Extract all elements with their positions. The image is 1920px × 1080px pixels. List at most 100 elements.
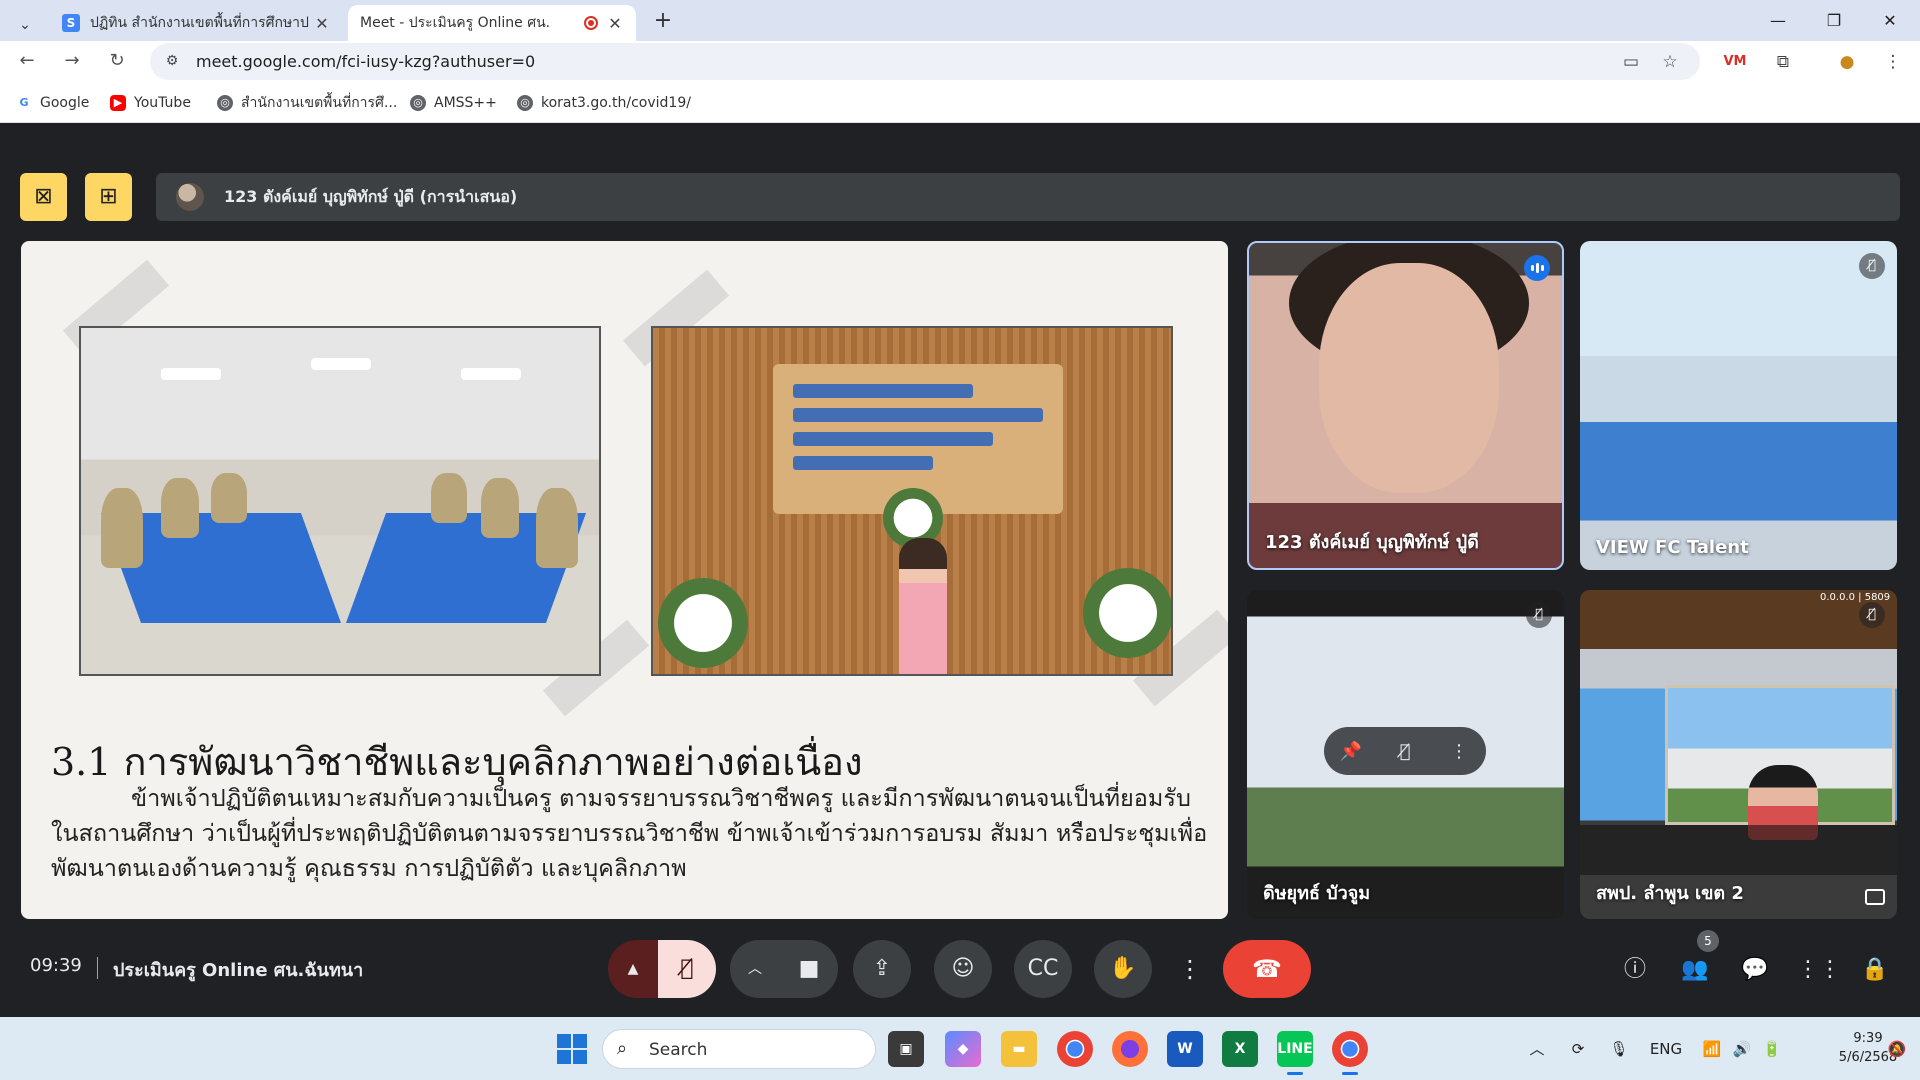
mute-participant-icon[interactable]: 🎙̸	[1385, 741, 1425, 762]
audio-options-button[interactable]: ▲	[608, 940, 658, 998]
presentation-icon[interactable]: ⊠	[20, 173, 67, 221]
volume-icon[interactable]: 🔊	[1730, 1037, 1754, 1061]
task-view-icon[interactable]: ▣	[888, 1031, 924, 1067]
mic-off-icon: 🎙̸	[1859, 253, 1885, 279]
people-count-badge: 5	[1697, 930, 1719, 952]
tab-calendar[interactable]: S ปฏิทิน สำนักงานเขตพื้นที่การศึกษาป ✕	[50, 5, 343, 41]
bookmark-google[interactable]: G Google	[16, 82, 89, 123]
tab-title: Meet - ประเมินครู Online ศน.	[360, 15, 551, 31]
profile-avatar[interactable]: ●	[1832, 47, 1862, 77]
workshop-stage-photo	[651, 326, 1173, 676]
copilot-icon[interactable]: ◆	[945, 1031, 981, 1067]
google-icon: G	[16, 94, 32, 111]
extension-vm-icon[interactable]: VM	[1720, 47, 1750, 77]
windows-start-icon[interactable]	[557, 1034, 587, 1064]
participant-tile[interactable]: 🎙̸ VIEW FC Talent	[1580, 241, 1897, 570]
participant-name: สพป. ลำพูน เขต 2	[1596, 883, 1744, 904]
presenter-label: 123 ตังค์เมย์ บุญพิทักษ์ ปู่ดี (การนำเสน…	[224, 187, 518, 206]
address-bar[interactable]: ⚙ meet.google.com/fci-iusy-kzg?authuser=…	[150, 43, 1700, 80]
youtube-icon: ▶	[110, 94, 126, 111]
microphone-icon[interactable]: 🎙	[1606, 1037, 1632, 1061]
bookmark-korat3[interactable]: ◎ korat3.go.th/covid19/	[517, 82, 691, 123]
reload-button[interactable]: ↻	[102, 46, 132, 76]
presenter-avatar	[176, 183, 204, 211]
search-placeholder: Search	[649, 1040, 708, 1060]
captions-button[interactable]: CC	[1014, 940, 1072, 998]
tab-search-icon[interactable]: ⌄	[10, 10, 40, 40]
minimize-button[interactable]: —	[1750, 0, 1806, 41]
close-tab-icon[interactable]: ✕	[606, 14, 624, 33]
url-text[interactable]: meet.google.com/fci-iusy-kzg?authuser=0	[196, 43, 535, 80]
speaking-indicator-icon	[1524, 255, 1550, 281]
video-options-button[interactable]: ︿	[730, 940, 780, 998]
line-icon[interactable]: LINE	[1277, 1031, 1313, 1075]
notifications-icon[interactable]: 🔕	[1885, 1037, 1909, 1061]
layout-icon[interactable]: ⊞	[85, 173, 132, 221]
file-explorer-icon[interactable]: ▬	[1001, 1031, 1037, 1067]
taskbar-search[interactable]: ⌕ Search	[602, 1029, 876, 1069]
meeting-room-photo	[79, 326, 601, 676]
raise-hand-button[interactable]: ✋	[1094, 940, 1152, 998]
forward-button[interactable]: →	[57, 46, 87, 76]
shared-screen: 3.1 การพัฒนาวิชาชีพและบุคลิกภาพอย่างต่อเ…	[21, 241, 1228, 919]
more-options-icon[interactable]: ⋮	[1439, 741, 1479, 762]
presenter-figure	[899, 538, 947, 674]
present-screen-button[interactable]: ⇪	[853, 940, 911, 998]
overlay-text: 0.0.0.0 | 5809	[1820, 592, 1891, 603]
globe-icon: ◎	[517, 94, 533, 111]
participant-name: VIEW FC Talent	[1596, 537, 1749, 558]
restore-button[interactable]: ❐	[1806, 0, 1862, 41]
meeting-clock: 09:39	[30, 955, 82, 976]
picture-in-picture-icon[interactable]	[1865, 889, 1885, 905]
bookmark-youtube[interactable]: ▶ YouTube	[110, 82, 191, 123]
divider	[97, 957, 98, 979]
people-icon[interactable]: 👥	[1677, 952, 1713, 988]
more-options-button[interactable]: ⋮	[1170, 940, 1210, 998]
chat-icon[interactable]: 💬	[1737, 952, 1773, 988]
extensions-icon[interactable]: ⧉	[1768, 47, 1798, 77]
bookmark-label: สำนักงานเขตพื้นที่การศึ...	[241, 94, 398, 111]
participant-tile[interactable]: 0.0.0.0 | 5809 🎙̸ สพป. ลำพูน เขต 2	[1580, 590, 1897, 919]
bookmark-office[interactable]: ◎ สำนักงานเขตพื้นที่การศึ...	[217, 82, 397, 123]
firefox-icon[interactable]	[1112, 1031, 1148, 1067]
meeting-info-icon[interactable]: ⓘ	[1617, 952, 1653, 988]
pin-icon[interactable]: 📌	[1331, 741, 1371, 762]
leave-call-button[interactable]: ☎	[1223, 940, 1311, 998]
presenter-bar: 123 ตังค์เมย์ บุญพิทักษ์ ปู่ดี (การนำเสน…	[156, 173, 1900, 221]
show-hidden-icons[interactable]: ︿	[1525, 1037, 1549, 1061]
activities-icon[interactable]: ⋮⋮	[1797, 952, 1841, 988]
site-info-icon[interactable]: ⚙	[162, 51, 182, 71]
chrome-active-icon[interactable]	[1332, 1031, 1368, 1075]
browser-tab-strip: ⌄ S ปฏิทิน สำนักงานเขตพื้นที่การศึกษาป ✕…	[0, 0, 1920, 146]
reactions-button[interactable]: ☺	[934, 940, 992, 998]
back-button[interactable]: ←	[12, 46, 42, 76]
bookmark-label: Google	[40, 94, 90, 111]
new-tab-button[interactable]: +	[650, 8, 676, 34]
camera-in-use-icon[interactable]: ▭	[1618, 49, 1644, 75]
host-controls-icon[interactable]: 🔒	[1857, 952, 1893, 988]
battery-icon[interactable]: 🔋	[1760, 1037, 1784, 1061]
chrome-icon[interactable]	[1057, 1031, 1093, 1067]
participant-tile[interactable]: 🎙̸ 📌 🎙̸ ⋮ ดิษยุทธ์ บัวจูม	[1247, 590, 1564, 919]
participant-video	[1319, 263, 1499, 493]
excel-icon[interactable]: X	[1222, 1031, 1258, 1067]
language-indicator[interactable]: ENG	[1648, 1037, 1684, 1061]
sync-icon[interactable]: ⟳	[1565, 1037, 1591, 1061]
bookmarks-bar: G Google ▶ YouTube ◎ สำนักงานเขตพื้นที่ก…	[0, 82, 1920, 123]
close-window-button[interactable]: ✕	[1862, 0, 1918, 41]
close-tab-icon[interactable]: ✕	[313, 14, 331, 33]
tile-options-bar: 📌 🎙̸ ⋮	[1324, 727, 1486, 775]
bookmark-amss[interactable]: ◎ AMSS++	[410, 82, 497, 123]
tab-title: ปฏิทิน สำนักงานเขตพื้นที่การศึกษาป	[90, 15, 309, 31]
camera-button[interactable]: ■	[780, 940, 838, 998]
wifi-icon[interactable]: 📶	[1700, 1037, 1724, 1061]
mic-off-icon: 🎙̸	[1526, 602, 1552, 628]
browser-menu-icon[interactable]: ⋮	[1878, 47, 1908, 77]
mic-off-button[interactable]: 🎙̸	[658, 940, 716, 998]
tab-meet[interactable]: Meet - ประเมินครู Online ศน. ✕	[348, 5, 636, 146]
globe-icon: ◎	[217, 94, 233, 111]
word-icon[interactable]: W	[1167, 1031, 1203, 1067]
bookmark-star-icon[interactable]: ☆	[1657, 49, 1683, 75]
browser-toolbar: ← → ↻ ⚙ meet.google.com/fci-iusy-kzg?aut…	[0, 41, 1920, 82]
participant-tile[interactable]: 123 ตังค์เมย์ บุญพิทักษ์ ปู่ดี	[1247, 241, 1564, 570]
